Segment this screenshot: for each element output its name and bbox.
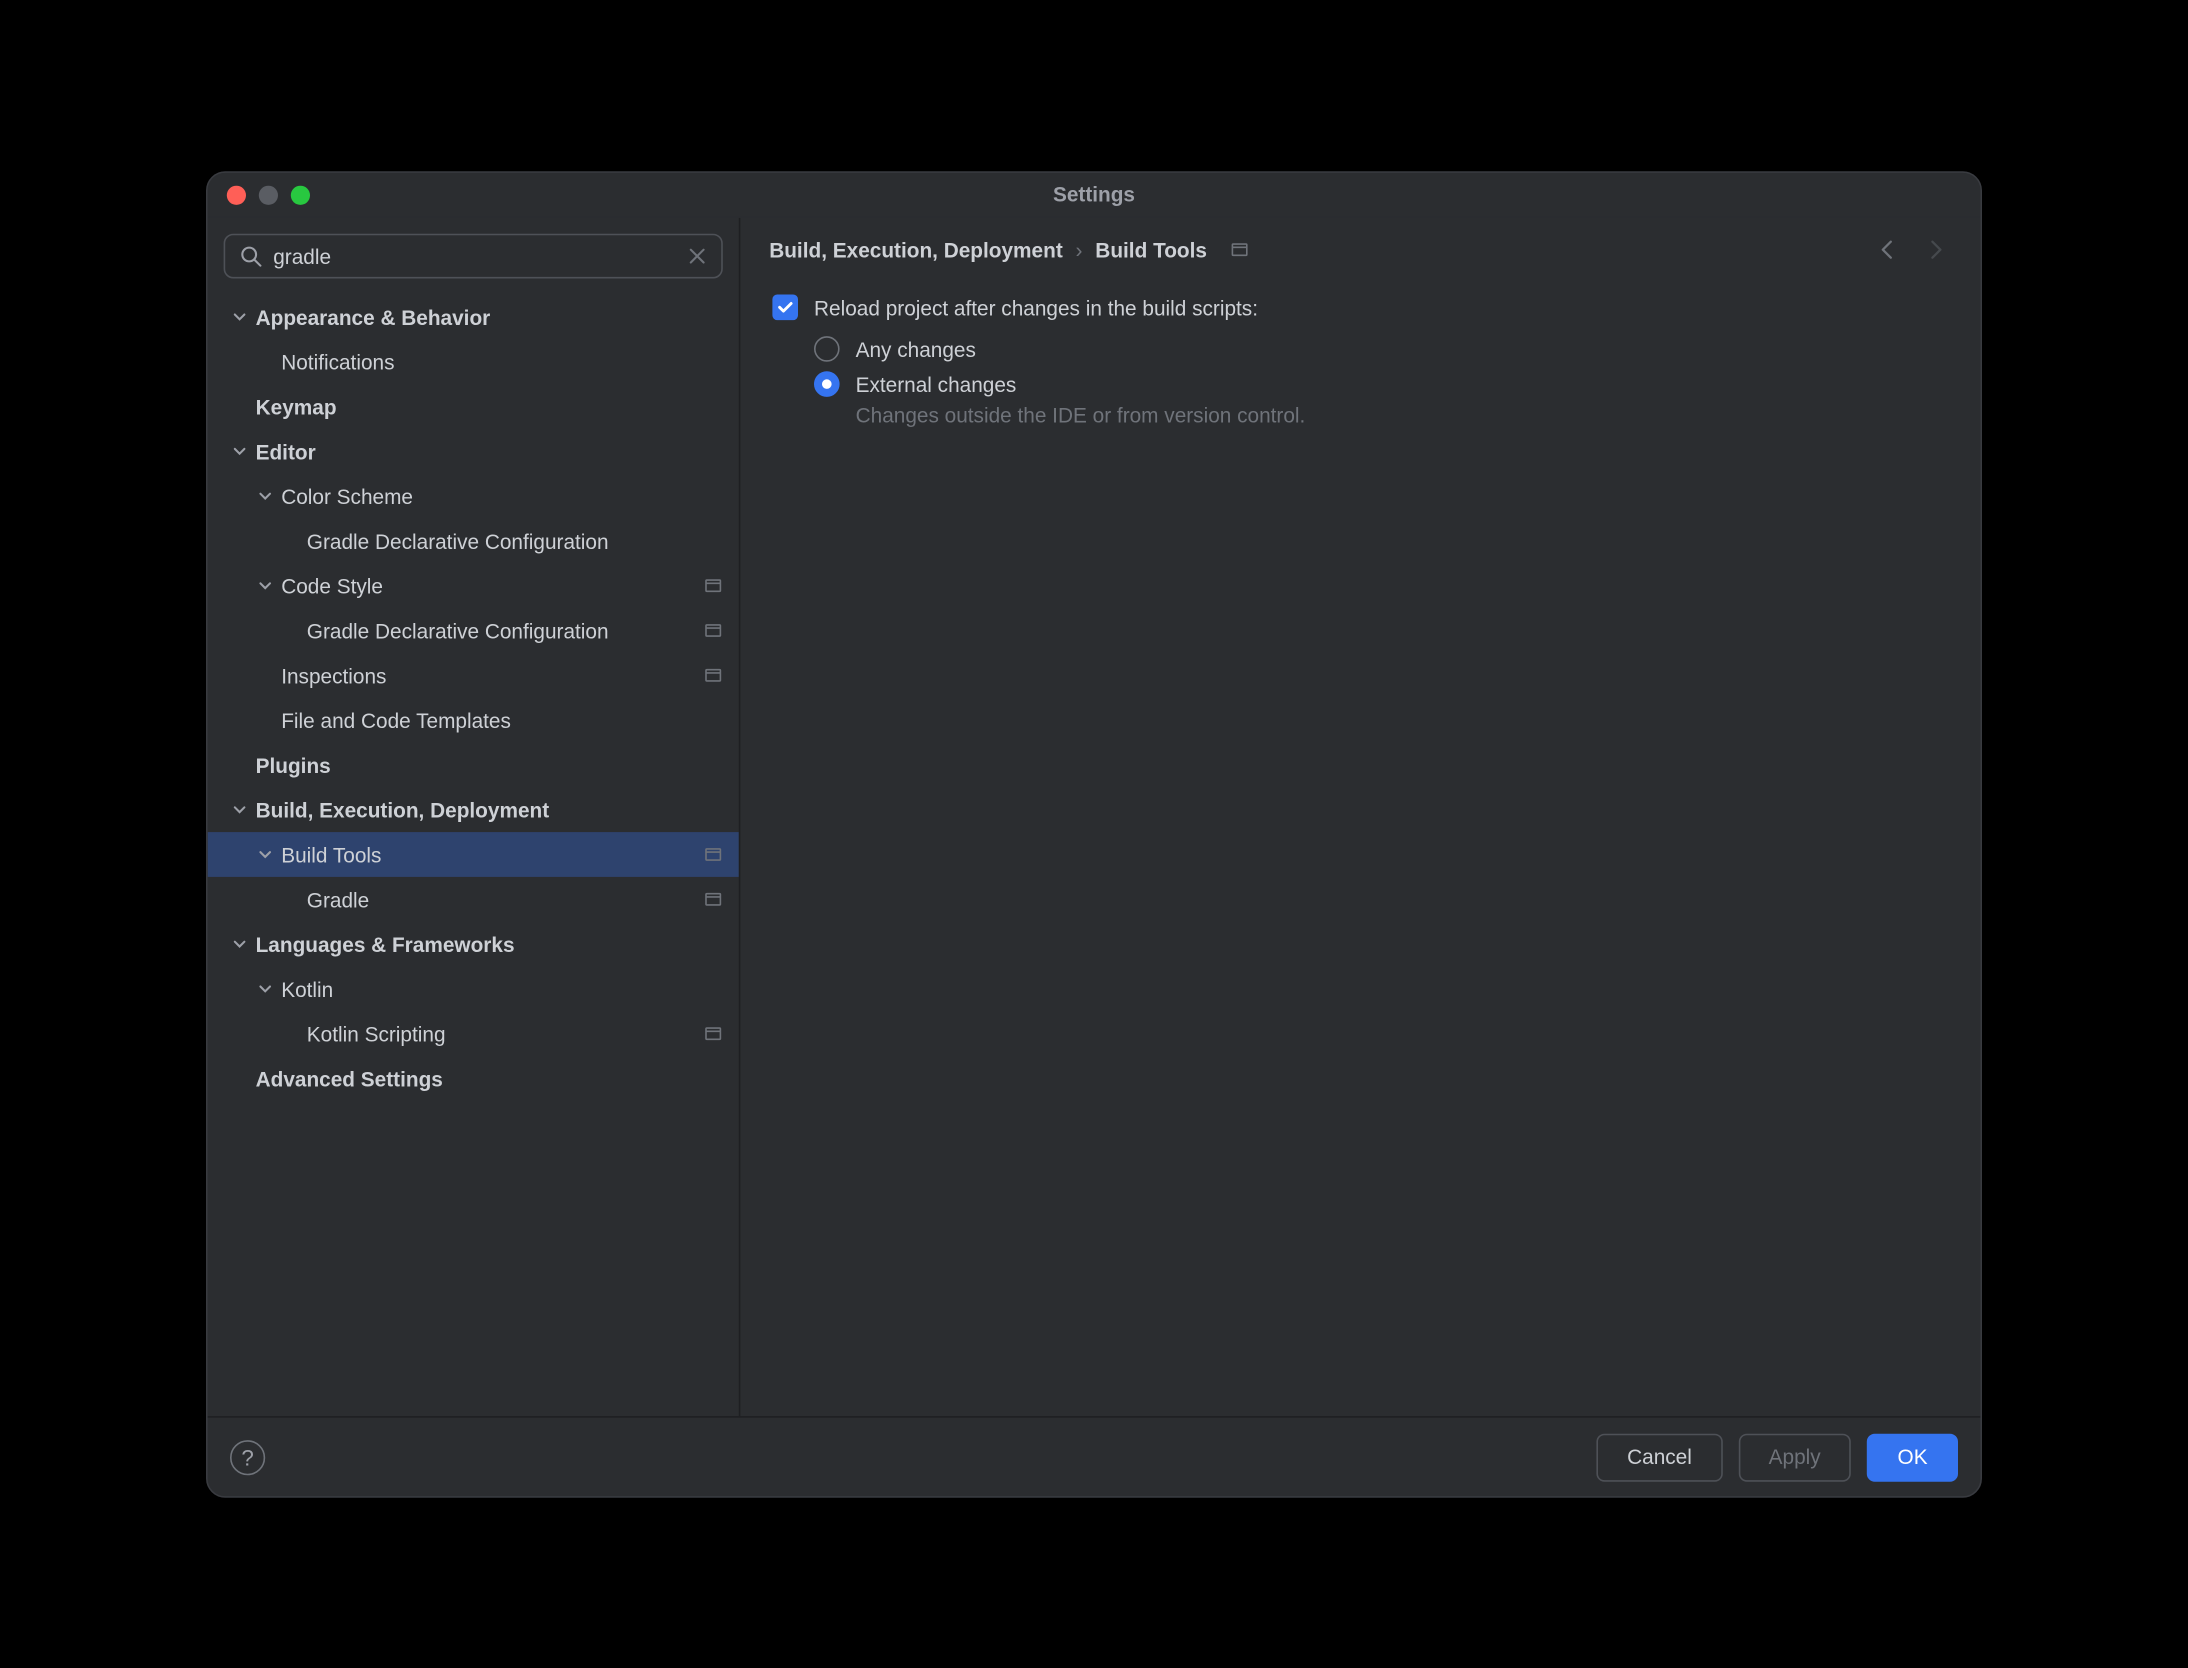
chevron-down-icon [256, 979, 275, 998]
radio-label: External changes [856, 372, 1017, 396]
sidebar: Appearance & Behavior Notifications Keym… [208, 217, 741, 1415]
chevron-down-icon [230, 800, 249, 819]
tree-item-label: Kotlin Scripting [307, 1021, 694, 1045]
breadcrumb-row: Build, Execution, Deployment › Build Too… [740, 217, 1980, 275]
tree-item-label: File and Code Templates [281, 708, 723, 732]
cancel-button[interactable]: Cancel [1597, 1432, 1723, 1480]
reload-checkbox-row[interactable]: Reload project after changes in the buil… [772, 294, 1948, 320]
tree-item-file-templates[interactable]: File and Code Templates [208, 697, 739, 742]
tree-item-build-tools[interactable]: Build Tools [208, 832, 739, 877]
tree-item-label: Build, Execution, Deployment [256, 797, 723, 821]
close-window-button[interactable] [227, 184, 246, 203]
checkmark-icon [776, 297, 795, 316]
breadcrumb-segment[interactable]: Build Tools [1095, 237, 1207, 261]
project-scope-icon [1229, 240, 1248, 259]
reload-checkbox[interactable] [772, 294, 798, 320]
tree-item-appearance-behavior[interactable]: Appearance & Behavior [208, 294, 739, 339]
chevron-down-icon [230, 934, 249, 953]
tree-item-label: Kotlin [281, 976, 723, 1000]
clear-search-icon[interactable] [686, 244, 708, 266]
tree-item-label: Code Style [281, 573, 694, 597]
footer: ? Cancel Apply OK [208, 1416, 1981, 1496]
button-label: OK [1898, 1444, 1928, 1468]
traffic-lights [227, 184, 310, 203]
project-scope-icon [704, 844, 723, 863]
radio-label: Any changes [856, 336, 976, 360]
search-field-wrapper[interactable] [224, 233, 723, 278]
project-scope-icon [704, 889, 723, 908]
reload-checkbox-label: Reload project after changes in the buil… [814, 295, 1258, 319]
breadcrumb-segment[interactable]: Build, Execution, Deployment [769, 237, 1063, 261]
search-input[interactable] [273, 244, 686, 268]
tree-item-color-scheme[interactable]: Color Scheme [208, 473, 739, 518]
back-arrow-icon[interactable] [1875, 236, 1901, 262]
external-changes-hint: Changes outside the IDE or from version … [772, 403, 1948, 427]
radio-external-changes-row[interactable]: External changes [814, 371, 1948, 397]
tree-item-label: Gradle Declarative Configuration [307, 618, 694, 642]
forward-arrow-icon[interactable] [1923, 236, 1949, 262]
radio-any-changes[interactable] [814, 336, 840, 362]
tree-item-inspections[interactable]: Inspections [208, 652, 739, 697]
radio-any-changes-row[interactable]: Any changes [814, 336, 1948, 362]
project-scope-icon [704, 620, 723, 639]
main-panel: Build, Execution, Deployment › Build Too… [740, 217, 1980, 1415]
tree-item-build-execution-deployment[interactable]: Build, Execution, Deployment [208, 787, 739, 832]
tree-item-label: Keymap [256, 394, 723, 418]
tree-item-keymap[interactable]: Keymap [208, 384, 739, 429]
tree-item-label: Color Scheme [281, 484, 723, 508]
tree-item-label: Languages & Frameworks [256, 932, 723, 956]
tree-item-gradle-declarative-2[interactable]: Gradle Declarative Configuration [208, 608, 739, 653]
tree-item-label: Advanced Settings [256, 1066, 723, 1090]
settings-tree: Appearance & Behavior Notifications Keym… [208, 291, 739, 1416]
tree-item-label: Gradle [307, 887, 694, 911]
window-title: Settings [208, 182, 1981, 206]
content: Reload project after changes in the buil… [740, 275, 1980, 1416]
chevron-down-icon [256, 486, 275, 505]
tree-item-plugins[interactable]: Plugins [208, 742, 739, 787]
project-scope-icon [704, 665, 723, 684]
chevron-down-icon [256, 576, 275, 595]
help-icon: ? [241, 1444, 253, 1470]
tree-item-label: Inspections [281, 663, 694, 687]
tree-item-label: Plugins [256, 752, 723, 776]
tree-item-kotlin[interactable]: Kotlin [208, 966, 739, 1011]
search-icon [238, 243, 264, 269]
button-label: Apply [1769, 1444, 1821, 1468]
tree-item-label: Notifications [281, 349, 723, 373]
chevron-down-icon [230, 441, 249, 460]
reload-radio-group: Any changes External changes [772, 336, 1948, 397]
titlebar: Settings [208, 172, 1981, 217]
ok-button[interactable]: OK [1867, 1432, 1958, 1480]
tree-item-label: Gradle Declarative Configuration [307, 528, 723, 552]
tree-item-languages-frameworks[interactable]: Languages & Frameworks [208, 921, 739, 966]
tree-item-label: Editor [256, 439, 723, 463]
tree-item-label: Appearance & Behavior [256, 304, 723, 328]
tree-item-code-style[interactable]: Code Style [208, 563, 739, 608]
help-button[interactable]: ? [230, 1439, 265, 1474]
tree-item-label: Build Tools [281, 842, 694, 866]
chevron-down-icon [230, 307, 249, 326]
nav-arrows [1875, 236, 1949, 262]
breadcrumb-separator: › [1076, 237, 1083, 261]
minimize-window-button[interactable] [259, 184, 278, 203]
breadcrumb: Build, Execution, Deployment › Build Too… [769, 237, 1248, 261]
project-scope-icon [704, 576, 723, 595]
tree-item-kotlin-scripting[interactable]: Kotlin Scripting [208, 1011, 739, 1056]
tree-item-notifications[interactable]: Notifications [208, 339, 739, 384]
radio-external-changes[interactable] [814, 371, 840, 397]
tree-item-gradle-declarative-1[interactable]: Gradle Declarative Configuration [208, 518, 739, 563]
button-label: Cancel [1627, 1444, 1692, 1468]
body: Appearance & Behavior Notifications Keym… [208, 217, 1981, 1415]
zoom-window-button[interactable] [291, 184, 310, 203]
chevron-down-icon [256, 844, 275, 863]
settings-window: Settings Appearance & Behavior Notificat… [206, 171, 1982, 1497]
tree-item-editor[interactable]: Editor [208, 428, 739, 473]
tree-item-advanced-settings[interactable]: Advanced Settings [208, 1056, 739, 1101]
project-scope-icon [704, 1024, 723, 1043]
apply-button[interactable]: Apply [1738, 1432, 1851, 1480]
tree-item-gradle[interactable]: Gradle [208, 876, 739, 921]
